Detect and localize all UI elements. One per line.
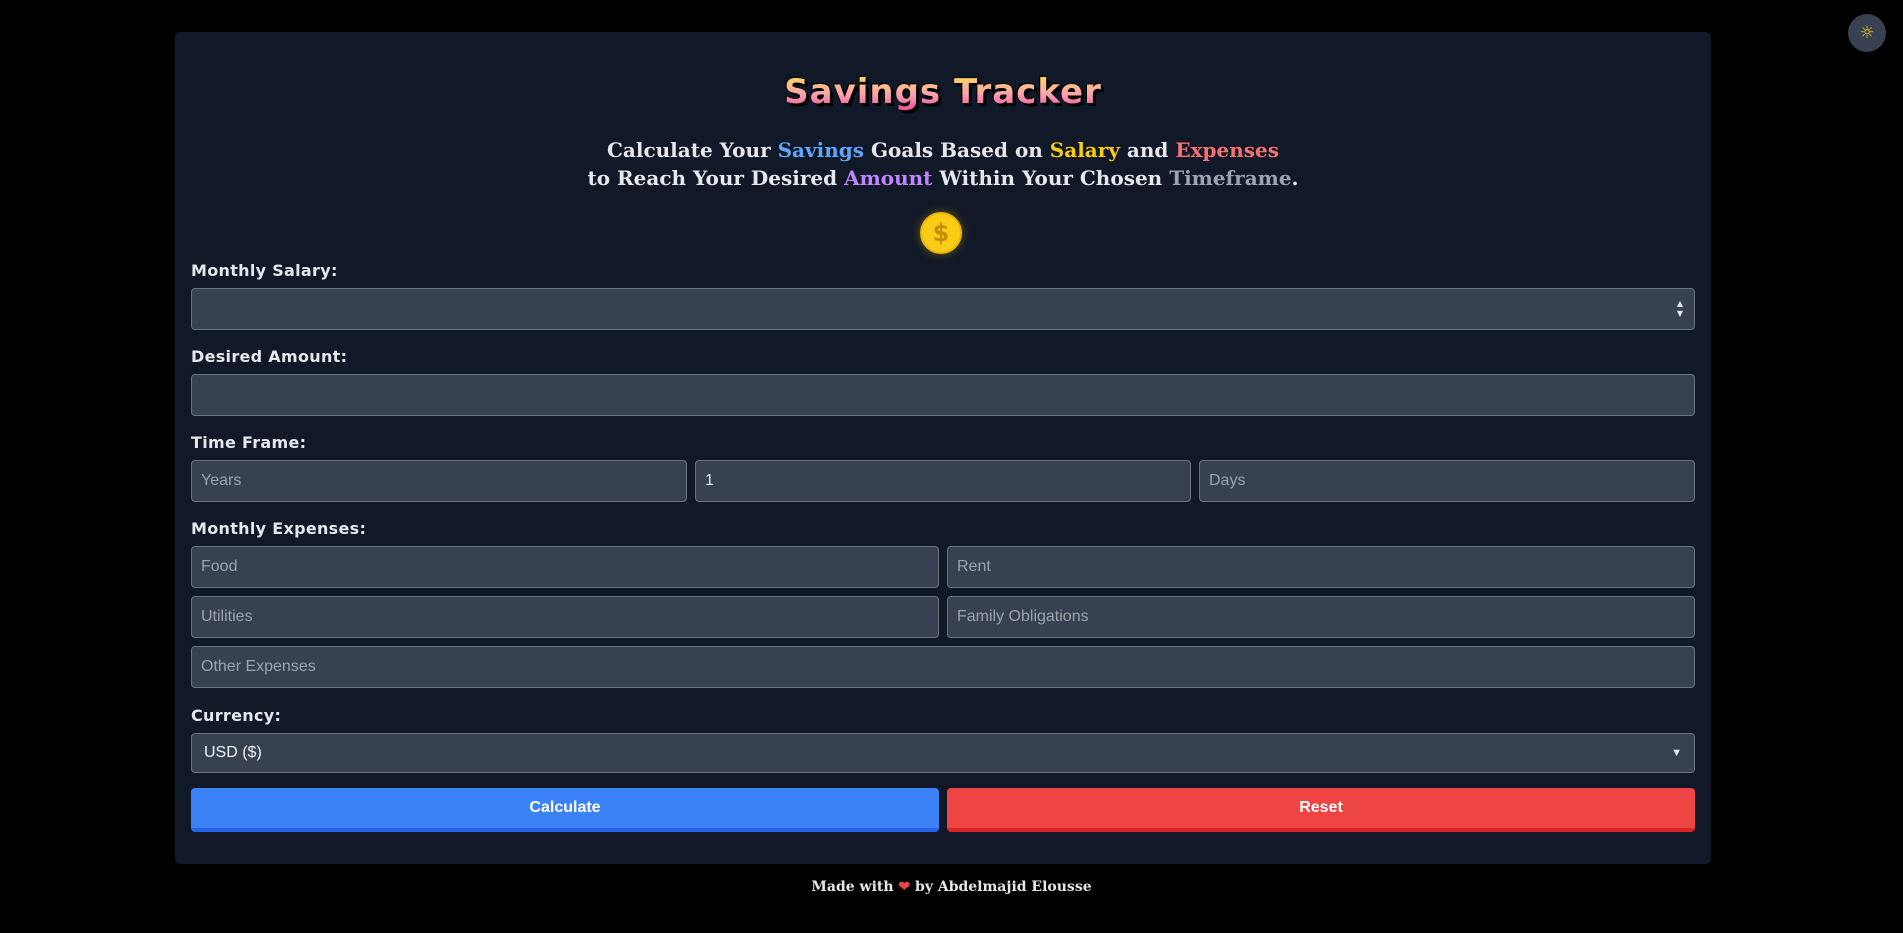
monthly-expenses-label: Monthly Expenses: xyxy=(191,519,367,538)
currency-select[interactable]: USD ($) ▼ xyxy=(191,733,1695,773)
footer-author: by Abdelmajid Elousse xyxy=(915,879,1092,895)
months-input[interactable] xyxy=(695,460,1191,502)
monthly-salary-wrapper: ▲ ▼ xyxy=(191,288,1695,330)
other-expenses-input[interactable] xyxy=(191,646,1695,688)
subtitle-highlight-expenses: Expenses xyxy=(1175,138,1280,162)
savings-card: Savings Tracker Calculate Your Savings G… xyxy=(175,32,1711,864)
subtitle-highlight-timeframe: Timeframe xyxy=(1169,166,1292,190)
subtitle-highlight-salary: Salary xyxy=(1049,138,1120,162)
currency-selected-value: USD ($) xyxy=(204,744,262,761)
spin-up-icon[interactable]: ▲ xyxy=(1677,300,1683,308)
number-spinner[interactable]: ▲ ▼ xyxy=(1675,300,1685,318)
subtitle-text: Goals Based on xyxy=(863,138,1050,162)
chevron-down-icon: ▼ xyxy=(1671,747,1682,759)
page-title: Savings Tracker xyxy=(175,72,1711,112)
subtitle-text: Calculate Your xyxy=(606,138,778,162)
desired-amount-label: Desired Amount: xyxy=(191,347,348,366)
coin-icon: $ xyxy=(920,212,962,254)
subtitle-text: . xyxy=(1291,166,1299,190)
desired-amount-input[interactable] xyxy=(191,374,1695,416)
dollar-glyph: $ xyxy=(932,219,950,247)
reset-button[interactable]: Reset xyxy=(947,788,1695,832)
heart-icon: ❤ xyxy=(898,879,911,895)
footer-made-with: Made with xyxy=(811,879,894,895)
spin-down-icon[interactable]: ▼ xyxy=(1677,310,1683,318)
subtitle-highlight-amount: Amount xyxy=(844,166,933,190)
food-input[interactable] xyxy=(191,546,939,588)
sun-icon: ☼ xyxy=(1859,23,1875,43)
utilities-input[interactable] xyxy=(191,596,939,638)
years-input[interactable] xyxy=(191,460,687,502)
subtitle-text: and xyxy=(1119,138,1176,162)
subtitle-text: Within Your Chosen xyxy=(932,166,1170,190)
time-frame-label: Time Frame: xyxy=(191,433,307,452)
subtitle-line-2: to Reach Your Desired Amount Within Your… xyxy=(175,164,1711,192)
days-input[interactable] xyxy=(1199,460,1695,502)
monthly-salary-label: Monthly Salary: xyxy=(191,261,338,280)
family-obligations-input[interactable] xyxy=(947,596,1695,638)
footer: Made with ❤ by Abdelmajid Elousse xyxy=(0,879,1903,895)
subtitle-text: to Reach Your Desired xyxy=(587,166,845,190)
subtitle-line-1: Calculate Your Savings Goals Based on Sa… xyxy=(175,136,1711,164)
rent-input[interactable] xyxy=(947,546,1695,588)
calculate-button[interactable]: Calculate xyxy=(191,788,939,832)
page-subtitle: Calculate Your Savings Goals Based on Sa… xyxy=(175,136,1711,192)
currency-label: Currency: xyxy=(191,706,282,725)
theme-toggle-button[interactable]: ☼ xyxy=(1848,14,1886,52)
monthly-salary-input[interactable] xyxy=(191,288,1695,330)
subtitle-highlight-savings: Savings xyxy=(777,138,864,162)
